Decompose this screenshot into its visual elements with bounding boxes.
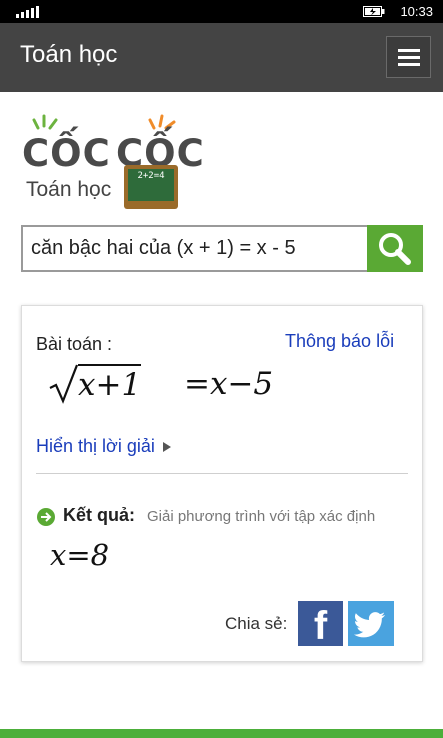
logo-word: CỐC [22, 132, 111, 175]
battery-charging-icon [363, 6, 385, 17]
share-label: Chia sẻ: [225, 614, 288, 633]
board-text: 2+2=4 [128, 169, 174, 201]
equation-radicand: x+1 [78, 364, 142, 404]
show-solution-link[interactable]: Hiển thị lời giải [36, 436, 171, 457]
equation-rhs: =x−5 [184, 366, 274, 402]
search-input[interactable]: căn bậc hai của (x + 1) = x - 5 [21, 225, 367, 272]
page-title: Toán học [20, 41, 118, 68]
expand-arrow-icon [162, 442, 171, 452]
facebook-share-button[interactable]: f [298, 601, 343, 646]
radical-sign [49, 364, 78, 404]
divider [36, 473, 408, 474]
sparkle-icon [148, 114, 176, 130]
chalkboard-icon: 2+2=4 [124, 165, 178, 209]
report-error-link[interactable]: Thông báo lỗi [285, 331, 394, 352]
solution-card: Bài toán : Thông báo lỗi x+1 =x−5 Hiển t… [21, 305, 423, 662]
status-time: 10:33 [400, 4, 433, 19]
sparkle-icon [32, 114, 58, 130]
status-bar: 10:33 [0, 0, 443, 23]
problem-label: Bài toán : [36, 334, 113, 354]
app-bar: Toán học [0, 23, 443, 92]
arrow-circle-icon [37, 508, 55, 526]
logo-subtitle: Toán học [26, 178, 112, 201]
signal-icon [16, 5, 40, 18]
twitter-icon [353, 612, 386, 638]
result-title: Kết quả: [63, 505, 135, 525]
show-solution-label: Hiển thị lời giải [36, 436, 155, 456]
search-icon [379, 233, 411, 265]
result-equation: x=8 [50, 538, 110, 572]
coccoc-logo[interactable]: CỐC CỐC Toán học 2+2=4 [22, 112, 222, 212]
menu-button[interactable] [386, 36, 431, 78]
bottom-bar [0, 729, 443, 738]
search-button[interactable] [367, 225, 423, 272]
twitter-share-button[interactable] [348, 601, 394, 646]
result-description: Giải phương trình với tập xác định [147, 508, 376, 525]
hamburger-menu-icon [398, 49, 420, 52]
facebook-icon: f [313, 604, 328, 646]
